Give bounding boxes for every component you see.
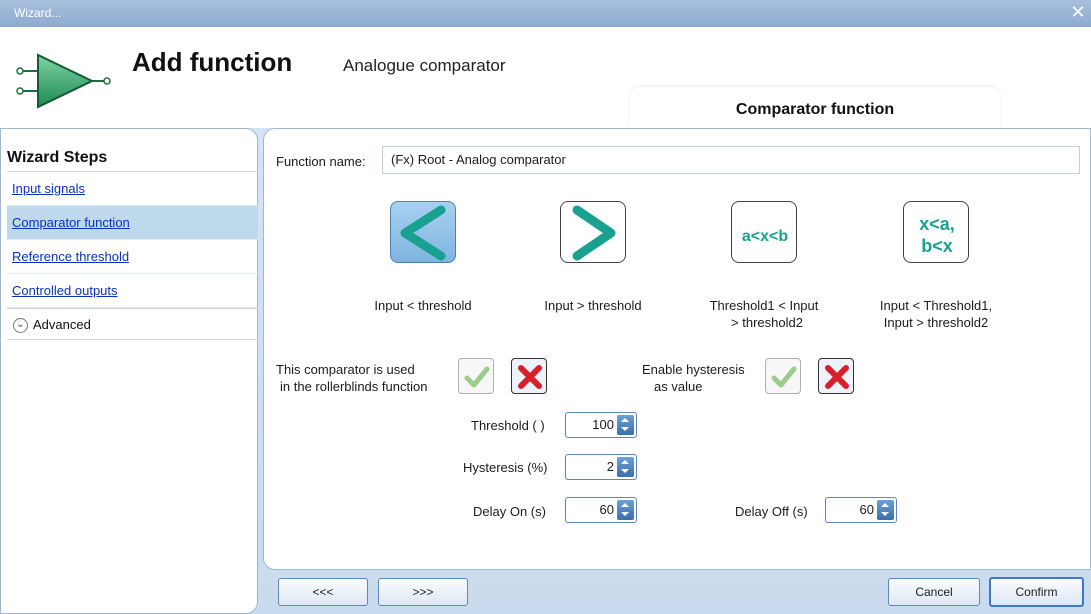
svg-text:x<a,: x<a, — [919, 214, 955, 234]
close-red-icon — [518, 365, 542, 389]
delay-on-value: 60 — [599, 502, 614, 517]
option-label: Input < threshold — [374, 298, 472, 313]
sidebar-item-controlled-outputs[interactable]: Controlled outputs — [7, 274, 258, 308]
sidebar-item-comparator-function[interactable]: Comparator function — [7, 206, 258, 240]
hysteresis-pct-label: Hysteresis (%) — [463, 460, 548, 475]
check-icon — [771, 366, 797, 388]
threshold-label: Threshold ( ) — [471, 418, 545, 433]
comparator-triangle-icon — [16, 53, 111, 109]
rollerblinds-label: This comparator is used in the rollerbli… — [276, 362, 428, 394]
option-between-thresholds-button[interactable]: a<x<b — [731, 201, 797, 263]
delay-off-value: 60 — [859, 502, 874, 517]
spin-arrows-icon[interactable] — [617, 415, 634, 435]
back-button[interactable]: <<< — [278, 578, 368, 606]
hysteresis-yes-button[interactable] — [765, 358, 801, 394]
tab-comparator-function[interactable]: Comparator function — [630, 87, 1000, 128]
main-panel — [263, 128, 1091, 570]
close-icon[interactable]: ✕ — [1069, 2, 1087, 22]
cancel-button[interactable]: Cancel — [888, 578, 980, 606]
delay-off-label: Delay Off (s) — [735, 504, 808, 519]
option-label: Threshold1 < Input > threshold2 — [709, 298, 819, 330]
spin-arrows-icon[interactable] — [617, 500, 634, 520]
wizard-steps-list: Input signals Comparator function Refere… — [7, 171, 258, 340]
spin-arrows-icon[interactable] — [617, 457, 634, 477]
window-titlebar: Wizard... ✕ — [0, 0, 1091, 27]
sidebar-item-reference-threshold[interactable]: Reference threshold — [7, 240, 258, 274]
greater-than-icon — [572, 205, 616, 261]
function-name-label: Function name: — [276, 154, 366, 169]
option-outside-thresholds-button[interactable]: x<a, b<x — [903, 201, 969, 263]
option-label: Input < Threshold1, Input > threshold2 — [879, 298, 993, 330]
option-label: Input > threshold — [544, 298, 642, 313]
spin-arrows-icon[interactable] — [877, 500, 894, 520]
rollerblinds-yes-button[interactable] — [458, 358, 494, 394]
rollerblinds-no-button[interactable] — [511, 358, 547, 394]
option-input-greater-threshold-button[interactable] — [560, 201, 626, 263]
hysteresis-no-button[interactable] — [818, 358, 854, 394]
less-than-icon — [400, 205, 446, 261]
advanced-expander[interactable]: ⌄ Advanced — [7, 308, 258, 340]
delay-on-stepper[interactable]: 60 — [565, 497, 637, 523]
hysteresis-pct-stepper[interactable]: 2 — [565, 454, 637, 480]
wizard-steps-title: Wizard Steps — [7, 149, 108, 166]
page-title: Add function — [132, 47, 293, 77]
advanced-label: Advanced — [33, 317, 91, 332]
threshold-stepper[interactable]: 100 — [565, 412, 637, 438]
delay-off-stepper[interactable]: 60 — [825, 497, 897, 523]
page-subtitle: Analogue comparator — [343, 56, 506, 75]
wizard-steps-sidebar: Wizard Steps Input signals Comparator fu… — [0, 128, 258, 614]
option-input-less-threshold-button[interactable] — [390, 201, 456, 263]
function-name-field[interactable]: (Fx) Root - Analog comparator — [382, 146, 1080, 174]
hysteresis-pct-value: 2 — [606, 459, 614, 474]
chevron-down-icon: ⌄ — [13, 318, 28, 334]
close-red-icon — [825, 365, 849, 389]
svg-text:b<x: b<x — [921, 236, 953, 256]
between-icon: a<x<b — [742, 228, 788, 245]
next-button[interactable]: >>> — [378, 578, 468, 606]
window-title: Wizard... — [14, 6, 62, 20]
confirm-button[interactable]: Confirm — [989, 577, 1084, 607]
check-icon — [464, 366, 490, 388]
delay-on-label: Delay On (s) — [473, 504, 546, 519]
threshold-value: 100 — [592, 417, 614, 432]
wizard-header: Add function Analogue comparator Compara… — [0, 27, 1091, 128]
sidebar-item-input-signals[interactable]: Input signals — [7, 172, 258, 206]
hysteresis-label: Enable hysteresis as value — [642, 362, 745, 394]
svg-text:a<x<b: a<x<b — [742, 228, 788, 245]
outside-icon: x<a, b<x — [919, 214, 955, 256]
